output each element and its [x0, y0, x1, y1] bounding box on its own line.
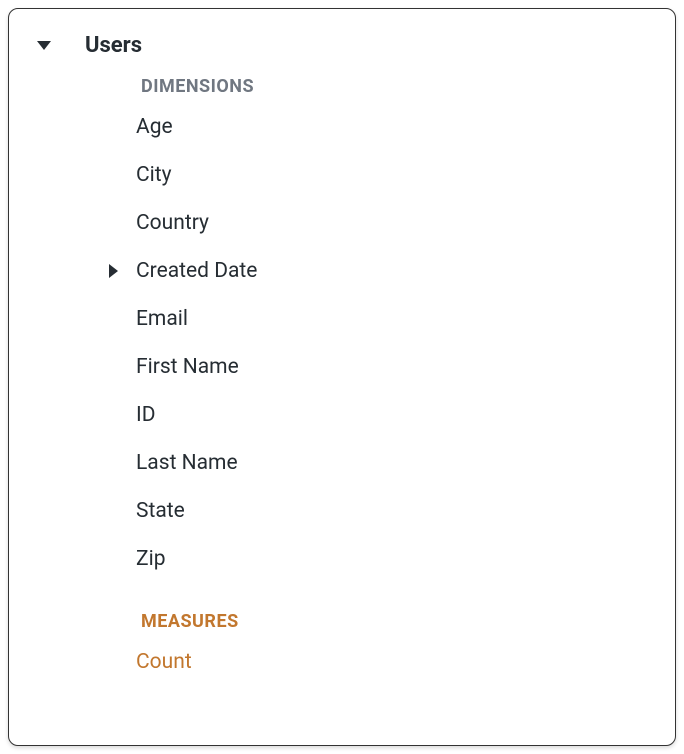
view-title: Users [85, 33, 142, 58]
field-created-date[interactable]: Created Date [9, 247, 675, 295]
field-label: ID [136, 403, 156, 427]
field-country[interactable]: Country [9, 199, 675, 247]
field-city[interactable]: City [9, 151, 675, 199]
field-label: Created Date [136, 259, 257, 283]
field-id[interactable]: ID [9, 391, 675, 439]
field-label: Country [136, 211, 209, 235]
field-label: Email [136, 307, 188, 331]
dimensions-header: DIMENSIONS [9, 76, 675, 97]
field-label: Zip [136, 547, 165, 571]
field-label: Last Name [136, 451, 238, 475]
field-label: Count [136, 650, 192, 674]
field-age[interactable]: Age [9, 103, 675, 151]
field-picker-panel: Users DIMENSIONS Age City Country Create… [8, 8, 676, 746]
field-label: State [136, 499, 185, 523]
field-first-name[interactable]: First Name [9, 343, 675, 391]
field-count[interactable]: Count [9, 638, 675, 686]
field-label: First Name [136, 355, 239, 379]
caret-right-icon [109, 264, 118, 278]
view-header-users[interactable]: Users [9, 33, 675, 58]
caret-down-icon [37, 41, 51, 50]
field-label: City [136, 163, 172, 187]
field-label: Age [136, 115, 173, 139]
field-last-name[interactable]: Last Name [9, 439, 675, 487]
field-state[interactable]: State [9, 487, 675, 535]
field-email[interactable]: Email [9, 295, 675, 343]
measures-header: MEASURES [9, 611, 675, 632]
field-zip[interactable]: Zip [9, 535, 675, 583]
